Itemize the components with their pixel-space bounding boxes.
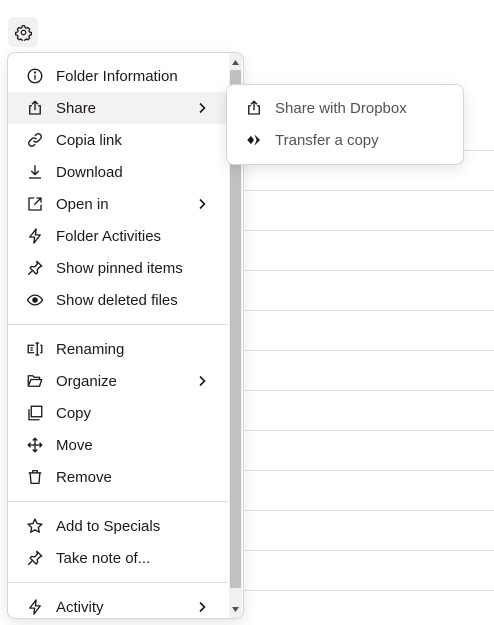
- submenu-item-label: Share with Dropbox: [275, 99, 407, 117]
- menu-item-label: Add to Specials: [56, 517, 161, 535]
- menu-item-label: Renaming: [56, 340, 125, 358]
- folder-context-menu: Folder Information Share Copia link Down…: [7, 52, 244, 619]
- menu-item-folder-information[interactable]: Folder Information: [8, 60, 228, 92]
- menu-item-label: Activity: [56, 598, 104, 616]
- submenu-item-label: Transfer a copy: [275, 131, 379, 149]
- menu-item-open-in[interactable]: Open in: [8, 188, 228, 220]
- menu-item-add-to-specials[interactable]: Add to Specials: [8, 510, 228, 542]
- link-icon: [26, 131, 44, 149]
- list-row-divider: [240, 470, 494, 471]
- share-icon: [26, 99, 44, 117]
- menu-item-label: Share: [56, 99, 97, 117]
- menu-item-label: Copy: [56, 404, 92, 422]
- chevron-right-icon: [199, 198, 206, 210]
- menu-item-remove[interactable]: Remove: [8, 461, 228, 493]
- pin-icon: [26, 549, 44, 567]
- trash-icon: [26, 468, 44, 486]
- menu-item-label: Move: [56, 436, 93, 454]
- gear-icon: [14, 24, 32, 41]
- menu-item-label: Show deleted files: [56, 291, 178, 309]
- menu-item-label: Folder Information: [56, 67, 178, 85]
- menu-item-renaming[interactable]: Renaming: [8, 333, 228, 365]
- menu-item-share[interactable]: Share: [8, 92, 228, 124]
- list-row-divider: [240, 510, 494, 511]
- menu-separator: [8, 324, 228, 325]
- list-row-divider: [240, 190, 494, 191]
- download-icon: [26, 163, 44, 181]
- transfer-icon: [245, 131, 263, 149]
- list-row-divider: [240, 270, 494, 271]
- move-icon: [26, 436, 44, 454]
- menu-item-label: Organize: [56, 372, 117, 390]
- menu-separator: [8, 501, 228, 502]
- scroll-down-arrow-icon[interactable]: [229, 602, 242, 616]
- list-row-divider: [240, 590, 494, 591]
- lightning-icon: [26, 598, 44, 616]
- menu-item-label: Copia link: [56, 131, 122, 149]
- submenu-item-transfer-a-copy[interactable]: Transfer a copy: [227, 124, 463, 156]
- rename-icon: [26, 340, 44, 358]
- star-icon: [26, 517, 44, 535]
- page: Folder Information Share Copia link Down…: [0, 0, 494, 625]
- menu-item-label: Remove: [56, 468, 112, 486]
- menu-item-show-deleted-files[interactable]: Show deleted files: [8, 284, 228, 316]
- info-icon: [26, 67, 44, 85]
- submenu-item-share-with-dropbox[interactable]: Share with Dropbox: [227, 92, 463, 124]
- menu-item-label: Open in: [56, 195, 109, 213]
- menu-item-copy[interactable]: Copy: [8, 397, 228, 429]
- menu-item-copy-link[interactable]: Copia link: [8, 124, 228, 156]
- menu-item-download[interactable]: Download: [8, 156, 228, 188]
- menu-item-show-pinned-items[interactable]: Show pinned items: [8, 252, 228, 284]
- menu-item-move[interactable]: Move: [8, 429, 228, 461]
- eye-icon: [26, 291, 44, 309]
- list-row-divider: [240, 230, 494, 231]
- scroll-up-arrow-icon[interactable]: [229, 55, 242, 69]
- chevron-right-icon: [199, 601, 206, 613]
- copy-icon: [26, 404, 44, 422]
- list-row-divider: [240, 430, 494, 431]
- open-external-icon: [26, 195, 44, 213]
- menu-separator: [8, 582, 228, 583]
- list-row-divider: [240, 550, 494, 551]
- menu-item-activity[interactable]: Activity: [8, 591, 228, 618]
- list-row-divider: [240, 390, 494, 391]
- share-submenu: Share with Dropbox Transfer a copy: [226, 84, 464, 165]
- menu-item-label: Folder Activities: [56, 227, 162, 245]
- menu-item-label: Show pinned items: [56, 259, 183, 277]
- chevron-right-icon: [199, 375, 206, 387]
- chevron-right-icon: [199, 102, 206, 114]
- menu-item-organize[interactable]: Organize: [8, 365, 228, 397]
- list-row-divider: [240, 350, 494, 351]
- menu-item-label: Take note of...: [56, 549, 151, 567]
- lightning-icon: [26, 227, 44, 245]
- menu-item-label: Download: [56, 163, 123, 181]
- pin-icon: [26, 259, 44, 277]
- share-icon: [245, 99, 263, 117]
- list-row-divider: [240, 310, 494, 311]
- menu-item-take-note-of[interactable]: Take note of...: [8, 542, 228, 574]
- folder-icon: [26, 372, 44, 390]
- menu-item-folder-activities[interactable]: Folder Activities: [8, 220, 228, 252]
- settings-button[interactable]: [8, 17, 38, 47]
